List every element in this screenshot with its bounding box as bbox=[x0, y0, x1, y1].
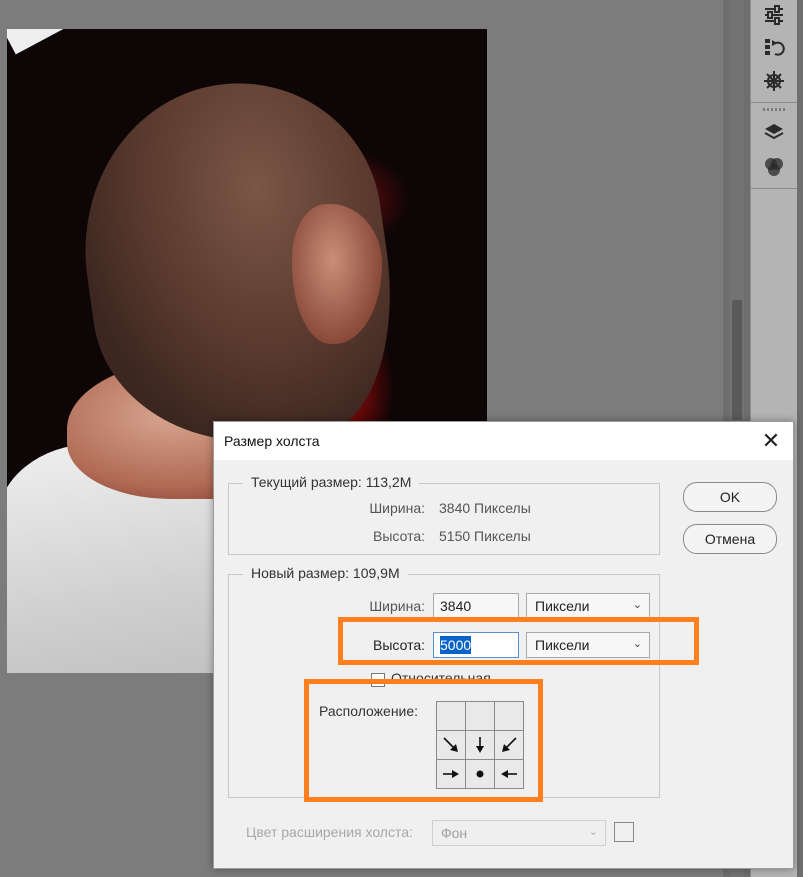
channels-icon[interactable] bbox=[755, 152, 793, 182]
photo-background-corner bbox=[7, 29, 96, 55]
cancel-button[interactable]: Отмена bbox=[683, 524, 777, 554]
history-icon[interactable] bbox=[755, 32, 793, 62]
extension-color-label: Цвет расширения холста: bbox=[246, 824, 413, 840]
current-size-group: Текущий размер: 113,2M Ширина: 3840 Пикс… bbox=[228, 474, 660, 555]
new-size-legend: Новый размер: 109,9M bbox=[243, 565, 408, 581]
current-height-label: Высота: bbox=[373, 528, 425, 544]
close-icon[interactable]: ✕ bbox=[749, 422, 793, 460]
extension-color-select[interactable]: Фон ⌄ bbox=[432, 820, 606, 846]
current-size-legend: Текущий размер: 113,2M bbox=[243, 474, 420, 490]
highlight-anchor-grid bbox=[304, 679, 543, 802]
extension-color-value: Фон bbox=[441, 825, 468, 841]
width-unit-select[interactable]: Пиксели ⌄ bbox=[526, 593, 650, 619]
layers-icon[interactable] bbox=[755, 117, 793, 147]
width-input[interactable]: 3840 bbox=[433, 593, 519, 619]
current-height-value: 5150 Пикселы bbox=[439, 528, 531, 544]
highlight-height-row bbox=[338, 617, 699, 665]
chevron-down-icon: ⌄ bbox=[632, 599, 642, 611]
panel-separator bbox=[751, 102, 797, 103]
ok-button[interactable]: OK bbox=[683, 482, 777, 512]
extension-color-swatch[interactable] bbox=[614, 822, 634, 842]
dialog-titlebar[interactable]: Размер холста ✕ bbox=[214, 422, 793, 460]
panel-separator bbox=[751, 188, 797, 189]
panel-grip[interactable] bbox=[763, 108, 785, 111]
3d-wheel-icon[interactable] bbox=[755, 66, 793, 96]
new-width-label: Ширина: bbox=[369, 598, 425, 614]
current-width-label: Ширина: bbox=[369, 500, 425, 516]
current-width-value: 3840 Пикселы bbox=[439, 500, 531, 516]
width-unit-value: Пиксели bbox=[535, 598, 590, 614]
chevron-down-icon: ⌄ bbox=[588, 826, 598, 838]
adjustments-sliders-icon[interactable] bbox=[755, 0, 793, 30]
dialog-title: Размер холста bbox=[224, 433, 320, 449]
scrollbar-thumb[interactable] bbox=[732, 300, 742, 420]
